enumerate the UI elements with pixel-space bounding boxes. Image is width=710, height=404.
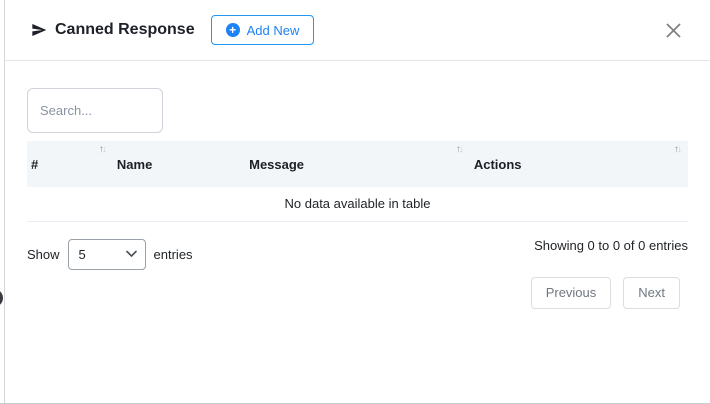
page-size-control: Show 5 entries (27, 239, 193, 270)
send-icon (31, 22, 47, 38)
modal-body: # ↑↓ Name Message ↑↓ Actions ↑↓ (5, 61, 710, 309)
entries-label: entries (154, 247, 193, 262)
page: Canned Response + Add New # ↑↓ (0, 0, 710, 404)
canned-response-modal: Canned Response + Add New # ↑↓ (4, 0, 710, 403)
modal-title: Canned Response (55, 21, 195, 39)
canned-response-table: # ↑↓ Name Message ↑↓ Actions ↑↓ (27, 141, 688, 222)
search-input[interactable] (27, 88, 163, 133)
add-new-button[interactable]: + Add New (211, 15, 315, 45)
column-header-actions[interactable]: Actions ↑↓ (470, 141, 688, 187)
show-label: Show (27, 247, 60, 262)
sort-icon: ↑↓ (456, 145, 462, 155)
column-label-number: # (31, 157, 38, 172)
close-button[interactable] (663, 20, 684, 41)
column-header-message[interactable]: Message ↑↓ (245, 141, 470, 187)
column-label-message: Message (249, 157, 304, 172)
table-footer: Show 5 entries Showing 0 to 0 of 0 entri… (27, 239, 688, 270)
modal-header: Canned Response + Add New (5, 0, 710, 61)
table-header-row: # ↑↓ Name Message ↑↓ Actions ↑↓ (27, 141, 688, 187)
page-size-select-wrap: 5 (68, 239, 146, 270)
chat-widget-peek[interactable] (0, 289, 3, 307)
column-header-number[interactable]: # ↑↓ (27, 141, 113, 187)
add-new-label: Add New (247, 23, 300, 38)
column-label-actions: Actions (474, 157, 522, 172)
column-header-name[interactable]: Name (113, 141, 245, 187)
page-size-select[interactable]: 5 (68, 239, 146, 270)
column-label-name: Name (117, 157, 152, 172)
pagination: Previous Next (27, 277, 688, 309)
empty-row: No data available in table (27, 187, 688, 221)
sort-icon: ↑↓ (674, 145, 680, 155)
next-button[interactable]: Next (623, 277, 680, 309)
entries-summary: Showing 0 to 0 of 0 entries (534, 238, 688, 253)
plus-circle-icon: + (226, 23, 240, 37)
sort-icon: ↑↓ (99, 145, 105, 155)
close-icon (665, 22, 682, 39)
previous-button[interactable]: Previous (531, 277, 612, 309)
empty-message: No data available in table (27, 187, 688, 221)
